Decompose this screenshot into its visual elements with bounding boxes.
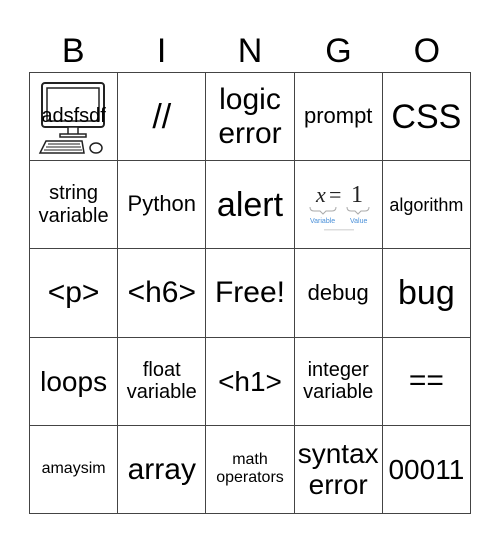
bingo-cell[interactable]: logic error: [206, 73, 295, 162]
bingo-cell[interactable]: integer variable: [294, 337, 383, 426]
bingo-cell[interactable]: prompt: [294, 73, 383, 162]
cell-text: <h1>: [218, 365, 282, 397]
bingo-cell[interactable]: adsfsdf: [30, 73, 119, 162]
bingo-cell[interactable]: array: [118, 425, 207, 514]
cell-text: 00011: [388, 453, 465, 485]
header-letter-i: I: [156, 32, 167, 70]
bingo-grid: adsfsdf // logic error prompt CSS string…: [29, 72, 471, 514]
cell-text: syntax error: [297, 438, 379, 501]
cell-text: Python: [127, 191, 197, 217]
bingo-cell[interactable]: string variable: [30, 161, 119, 250]
bingo-cell[interactable]: //: [118, 73, 207, 162]
header-letter-g: G: [325, 32, 352, 70]
bingo-cell[interactable]: math operators: [206, 425, 295, 514]
cell-text: math operators: [216, 451, 284, 487]
cell-text: amaysim: [41, 460, 106, 478]
bingo-cell[interactable]: ==: [382, 337, 471, 426]
cell-text: loops: [40, 365, 108, 397]
cell-text: <p>: [47, 276, 100, 310]
cell-text: debug: [307, 279, 369, 305]
header-letter-o: O: [413, 32, 441, 70]
cell-text: float variable: [126, 358, 197, 404]
bingo-cell[interactable]: x = 1 Variable Value: [294, 161, 383, 250]
bingo-cell[interactable]: loops: [30, 337, 119, 426]
cell-text: array: [127, 452, 196, 486]
cell-text: prompt: [303, 103, 373, 129]
bingo-cell[interactable]: CSS: [382, 73, 471, 162]
bingo-cell[interactable]: syntax error: [294, 425, 383, 514]
equation-lhs-label: Variable: [310, 218, 335, 225]
cell-text: <h6>: [127, 276, 196, 310]
cell-text: algorithm: [389, 194, 464, 215]
cell-text: bug: [398, 273, 455, 312]
bingo-cell[interactable]: <p>: [30, 249, 119, 338]
bingo-header: B I N G O: [29, 30, 471, 72]
equation-rhs-label: Value: [350, 218, 367, 225]
cell-text: adsfsdf: [41, 105, 106, 128]
bingo-cell[interactable]: float variable: [118, 337, 207, 426]
bingo-cell[interactable]: debug: [294, 249, 383, 338]
cell-text: string variable: [38, 182, 109, 227]
cell-text: ==: [408, 364, 444, 398]
bingo-cell[interactable]: algorithm: [382, 161, 471, 250]
bingo-cell[interactable]: <h1>: [206, 337, 295, 426]
bingo-cell[interactable]: Python: [118, 161, 207, 250]
cell-text: //: [152, 97, 172, 136]
header-letter-b: B: [61, 32, 85, 70]
variable-equation-image: x = 1 Variable Value: [309, 182, 370, 231]
equation-lhs: x: [315, 182, 326, 207]
bingo-cell[interactable]: Free!: [206, 249, 295, 338]
cell-text: CSS: [391, 97, 462, 136]
cell-text: Free!: [214, 276, 285, 310]
bingo-cell[interactable]: <h6>: [118, 249, 207, 338]
cell-text: logic error: [218, 83, 282, 150]
header-letter-n: N: [237, 32, 263, 70]
cell-text: alert: [216, 185, 284, 224]
bingo-cell[interactable]: 00011: [382, 425, 471, 514]
bingo-cell[interactable]: alert: [206, 161, 295, 250]
cell-text: integer variable: [303, 358, 374, 404]
equation-op: =: [329, 182, 341, 207]
bingo-cell[interactable]: amaysim: [30, 425, 119, 514]
equation-rhs: 1: [351, 182, 363, 208]
bingo-cell[interactable]: bug: [382, 249, 471, 338]
